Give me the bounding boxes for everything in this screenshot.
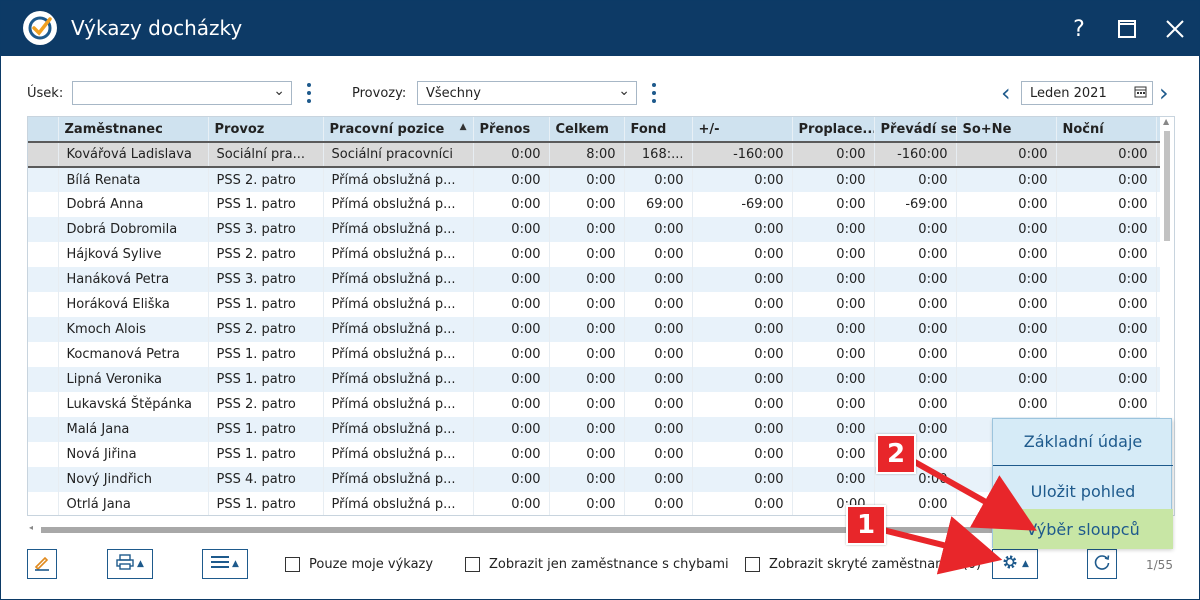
annotation-badge-1: 1 (846, 505, 886, 545)
arrow-to-settings (878, 516, 1003, 575)
annotation-badge-2: 2 (876, 434, 916, 474)
annotation-arrows (878, 458, 1037, 575)
app-window: Výkazy docházky ? Úsek: ⌄ Provozy: Všech… (0, 0, 1200, 600)
arrow-to-column-selection (911, 458, 1037, 531)
